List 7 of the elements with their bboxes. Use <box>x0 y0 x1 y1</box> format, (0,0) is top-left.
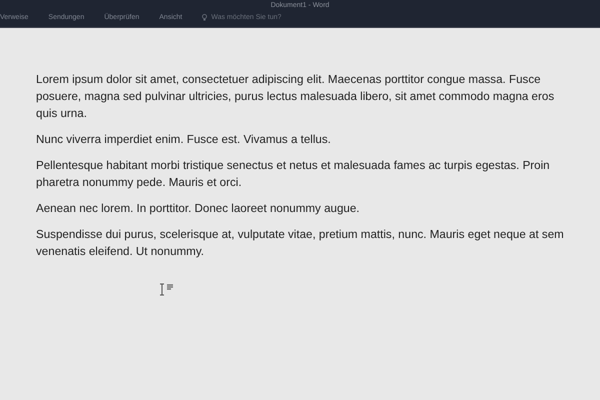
paragraph: Aenean nec lorem. In porttitor. Donec laoreet nonummy augue. <box>36 201 361 217</box>
paragraph: Suspendisse dui purus, scelerisque at, vulputate vitae, pretium mattis, nunc. Mauris eget neque at sem venenatis eleifend. Ut nonummy. <box>36 227 565 260</box>
paragraph: Nunc viverra imperdiet enim. Fusce est. Vivamus a tellus. <box>36 132 332 148</box>
text-cursor-icon <box>157 283 175 297</box>
paragraph: Pellentesque habitant morbi tristique senectus et netus et malesuada fames ac turpis egestas. Proin pharetra nonummy pede. Mauris et orci. <box>36 158 551 191</box>
lightbulb-icon <box>202 14 208 21</box>
paragraph: Lorem ipsum dolor sit amet, consectetuer adipiscing elit. Maecenas porttitor congue massa. Fusce posuere, magna sed pulvinar ultricies, purus lectus malesuada libero, sit amet commodo magna eros quis urna. <box>36 72 556 122</box>
